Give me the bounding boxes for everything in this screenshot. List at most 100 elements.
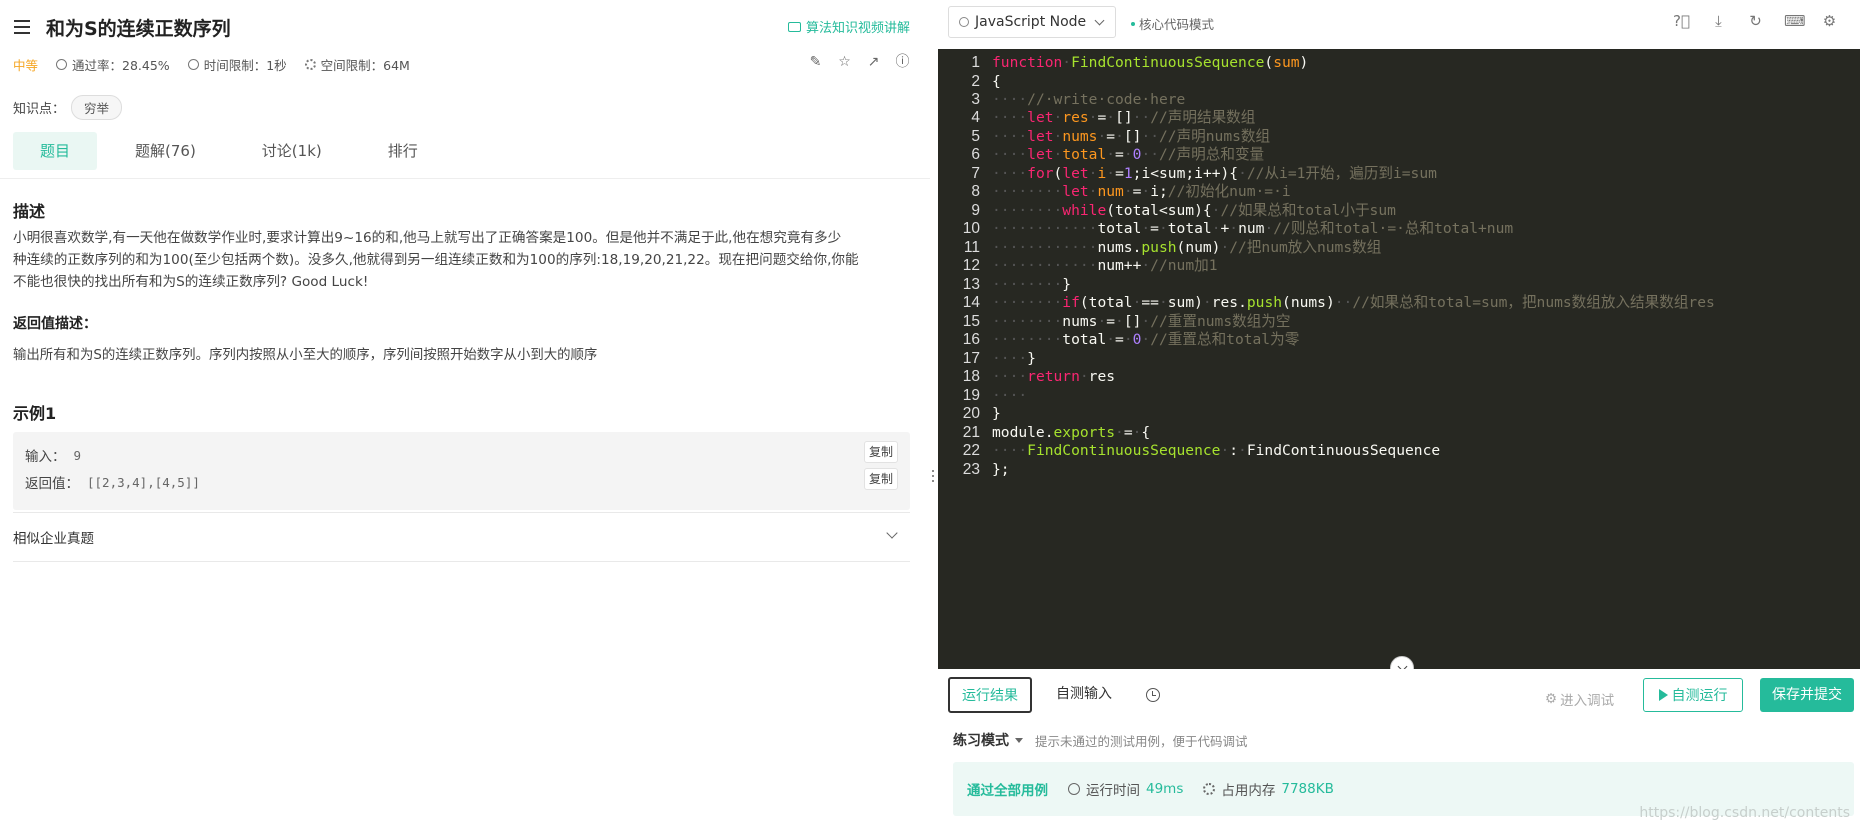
problem-meta: 中等 通过率：28.45% 时间限制：1秒 空间限制：64M [13, 55, 428, 74]
chevron-down-icon [886, 527, 898, 539]
edit-icon[interactable]: ✎ [808, 55, 823, 70]
copy-input-button[interactable]: 复制 [864, 441, 898, 463]
core-code-mode[interactable]: 核心代码模式 [1131, 14, 1214, 33]
status-dot [1131, 21, 1135, 26]
description-text: 小明很喜欢数学,有一天他在做数学作业时,要求计算出9~16的和,他马上就写出了正… [13, 227, 913, 293]
video-explanation-link[interactable]: 算法知识视频讲解 [787, 17, 910, 36]
example-input: 输入： 9 [25, 445, 82, 466]
language-select[interactable]: JavaScript Node [948, 6, 1116, 38]
space-limit: 空间限制：64M [304, 55, 410, 74]
description-line: 不能也很快的找出所有和为S的连续正数序列? Good Luck! [13, 274, 369, 290]
chevron-down-icon [1094, 15, 1105, 26]
example-input-value: 9 [73, 447, 82, 463]
watermark: https://blog.csdn.net/contents [1639, 805, 1850, 821]
play-icon [1658, 689, 1668, 701]
share-icon[interactable]: ↗ [866, 55, 881, 70]
debug-button[interactable]: ⚙ 进入调试 [1545, 689, 1614, 709]
similar-label: 相似企业真题 [13, 531, 94, 547]
video-link-label: 算法知识视频讲解 [805, 21, 910, 36]
tab-discussion[interactable]: 讨论(1k) [236, 132, 348, 170]
problem-title: 和为S的连续正数序列 [46, 17, 231, 40]
description-heading: 描述 [13, 202, 46, 221]
example-heading: 示例1 [13, 404, 57, 423]
editor-toolbar: JavaScript Node 核心代码模式 ?⃝ ⤓ ↻ ⌨ ⚙ [938, 0, 1860, 48]
refresh-icon[interactable]: ↻ [1747, 13, 1764, 30]
code-line: 22 ····FindContinuousSequence·:·FindConti… [938, 440, 1440, 462]
memory-icon [304, 59, 316, 70]
runtime-label: 运行时间 [1086, 783, 1140, 799]
language-value: JavaScript Node [975, 14, 1087, 30]
return-heading: 返回值描述： [13, 316, 97, 332]
panel-splitter[interactable] [930, 0, 938, 827]
list-menu-icon[interactable] [14, 20, 30, 34]
keyboard-icon[interactable]: ⌨ [1784, 13, 1806, 30]
line-number: 23 [962, 461, 980, 478]
check-circle-icon [56, 59, 68, 70]
example-input-label: 输入： [25, 449, 66, 465]
star-icon[interactable]: ☆ [837, 55, 852, 70]
pass-status: 通过全部用例 [967, 783, 1048, 799]
example-output: 返回值： [[2,3,4],[4,5]] [25, 472, 200, 493]
tab-solutions[interactable]: 题解(76) [109, 132, 222, 170]
memory-label: 占用内存 [1221, 783, 1276, 799]
tab-run-result[interactable]: 运行结果 [948, 677, 1032, 713]
save-submit-button[interactable]: 保存并提交 [1760, 678, 1854, 712]
pass-rate-text: 通过率：28.45% [72, 58, 170, 73]
time-limit: 时间限制：1秒 [187, 55, 287, 74]
problem-tabs: 题目 题解(76) 讨论(1k) 排行 [13, 132, 458, 170]
help-icon[interactable]: ?⃝ [1673, 13, 1690, 30]
app-root: 和为S的连续正数序列 算法知识视频讲解 中等 通过率：28.45% 时间限制：1… [0, 0, 1860, 827]
example-output-value: [[2,3,4],[4,5]] [87, 474, 200, 490]
pass-rate: 通过率：28.45% [56, 55, 170, 74]
clock-icon [187, 59, 199, 70]
runtime-value: 49ms [1146, 781, 1184, 797]
practice-mode-select[interactable]: 练习模式 [953, 730, 1009, 750]
self-test-run-button[interactable]: 自测运行 [1643, 678, 1743, 712]
description-line: 小明很喜欢数学,有一天他在做数学作业时,要求计算出9~16的和,他马上就写出了正… [13, 230, 842, 246]
time-limit-text: 时间限制：1秒 [203, 58, 287, 73]
tag-enumeration[interactable]: 穷举 [71, 95, 123, 120]
tab-ranking[interactable]: 排行 [362, 132, 444, 170]
debug-icon: ⚙ [1545, 691, 1558, 707]
clock-icon [1146, 688, 1160, 702]
debug-label: 进入调试 [1560, 693, 1615, 709]
info-icon [959, 17, 969, 27]
runtime-stat: 运行时间 49ms [1068, 779, 1183, 799]
practice-mode-row: 练习模式 提示未通过的测试用例，便于代码调试 [953, 730, 1248, 750]
history-button[interactable] [1146, 677, 1162, 713]
settings-icon[interactable]: ⚙ [1821, 13, 1838, 30]
editor-panel: JavaScript Node 核心代码模式 ?⃝ ⤓ ↻ ⌨ ⚙ 1 funct… [938, 0, 1860, 827]
difficulty-badge: 中等 [13, 58, 39, 73]
core-mode-label: 核心代码模式 [1139, 17, 1215, 32]
similar-questions[interactable]: 相似企业真题 [13, 512, 910, 562]
editor-tools: ?⃝ ⤓ ↻ ⌨ ⚙ [1673, 13, 1838, 30]
clock-icon [1068, 783, 1080, 795]
title-row: 和为S的连续正数序列 [14, 14, 231, 40]
divider [0, 178, 930, 179]
example-box: 输入： 9 复制 返回值： [[2,3,4],[4,5]] 复制 [13, 432, 910, 510]
result-bar: 运行结果 自测输入 ⚙ 进入调试 自测运行 保存并提交 [938, 669, 1860, 721]
return-description: 输出所有和为S的连续正数序列。序列内按照从小至大的顺序，序列间按照开始数字从小到… [13, 348, 598, 363]
space-limit-text: 空间限制：64M [320, 58, 410, 73]
report-icon[interactable]: ⓘ [895, 55, 910, 70]
problem-panel: 和为S的连续正数序列 算法知识视频讲解 中等 通过率：28.45% 时间限制：1… [0, 0, 930, 827]
memory-stat: 占用内存 7788KB [1203, 779, 1334, 799]
knowledge-label: 知识点： [13, 102, 66, 117]
run-label: 自测运行 [1671, 688, 1728, 704]
mode-hint: 提示未通过的测试用例，便于代码调试 [1035, 733, 1248, 749]
memory-icon [1203, 783, 1216, 795]
tab-problem[interactable]: 题目 [13, 132, 97, 170]
code-editor[interactable]: 1 function·FindContinuousSequence(sum) 2{… [938, 49, 1860, 669]
memory-value: 7788KB [1281, 781, 1334, 797]
copy-output-button[interactable]: 复制 [864, 468, 898, 490]
tab-custom-input[interactable]: 自测输入 [1056, 677, 1112, 713]
download-icon[interactable]: ⤓ [1710, 13, 1727, 30]
drag-handle-icon[interactable] [932, 470, 936, 482]
code-line: 23}; [938, 459, 1010, 481]
caret-down-icon[interactable] [1015, 737, 1023, 743]
example-output-label: 返回值： [25, 476, 79, 492]
video-icon [787, 21, 801, 32]
knowledge-tags: 知识点： 穷举 [13, 95, 123, 120]
problem-actions: ✎ ☆ ↗ ⓘ [808, 55, 910, 70]
description-line: 种连续的正数序列的和为100(至少包括两个数)。没多久,他就得到另一组连续正数和… [13, 252, 859, 268]
